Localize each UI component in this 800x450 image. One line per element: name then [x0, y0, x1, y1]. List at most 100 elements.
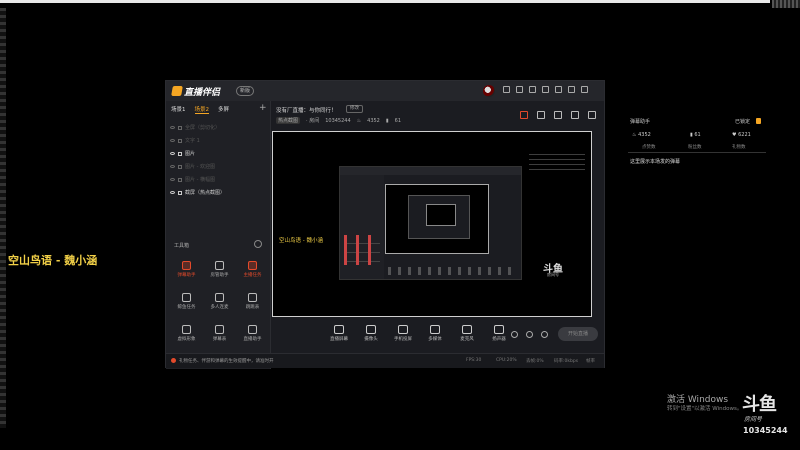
eye-icon[interactable] — [170, 191, 175, 194]
screen-icon[interactable] — [554, 111, 562, 119]
lock-icon[interactable] — [178, 125, 182, 130]
lock-icon[interactable] — [537, 111, 545, 119]
nested-window-1 — [339, 166, 522, 280]
tool-label: 弹幕助手 — [177, 273, 196, 278]
preview-watermark-sub: 房间号 — [547, 272, 559, 277]
tab-multi-screen[interactable]: 多屏 — [218, 105, 229, 114]
tab-scene-2[interactable]: 场景2 — [194, 105, 209, 114]
eye-icon[interactable] — [170, 126, 175, 129]
lock-icon[interactable] — [178, 190, 182, 195]
stream-title[interactable]: 没有厂直播：与你同行！ — [276, 106, 337, 114]
source-mic-button[interactable]: 麦克风 — [454, 325, 480, 342]
eye-icon[interactable] — [170, 165, 175, 168]
list-icon — [248, 293, 257, 302]
avatar[interactable] — [483, 85, 495, 97]
lock-icon[interactable] — [178, 151, 182, 156]
tool-jump-table[interactable]: 跳跳表 — [236, 293, 269, 319]
preview-overlay-title: 空山鸟语 - 魏小涵 — [279, 238, 323, 244]
barrage-header: 弹幕助手 — [630, 119, 651, 125]
layer-label: 图片 - 横幅图 — [185, 177, 215, 183]
layer-item[interactable]: 文字 1 — [170, 134, 268, 147]
edit-title-button[interactable]: 修改 — [346, 105, 363, 113]
share-icon[interactable] — [588, 111, 596, 119]
eye-icon[interactable] — [170, 139, 175, 142]
tool-label: 主播任务 — [243, 273, 262, 278]
nested-titlebar — [340, 167, 521, 175]
source-screen-button[interactable]: 直播屏幕 — [326, 325, 352, 342]
table-icon — [215, 325, 224, 334]
barrage-icon — [182, 261, 191, 270]
source-media-button[interactable]: 多媒体 — [422, 325, 448, 342]
layer-item[interactable]: 图片 - 欢迎图 — [170, 160, 268, 173]
tool-barrage-helper[interactable]: 弹幕助手 — [170, 261, 203, 287]
tool-multi-mic[interactable]: 多人连麦 — [203, 293, 236, 319]
chat-icon[interactable] — [529, 86, 536, 93]
category-chip[interactable]: 热点截图 — [276, 117, 301, 124]
tool-label: 多人连麦 — [210, 305, 229, 310]
stream-stats: 热点截图 · 房间 10345244 ♨ 4352 ▮ 61 — [276, 117, 401, 124]
layer-item[interactable]: 图片 - 横幅图 — [170, 173, 268, 186]
fans-icon: ▮ — [385, 117, 389, 124]
toolbox-title: 工具箱 — [174, 243, 190, 249]
room-id: 10345244 — [325, 117, 351, 124]
status-fps: FPS:30 — [466, 358, 482, 363]
layer-list: 全屏（剪切化） 文字 1 图片 图片 - 欢迎图 图片 - 横幅图 截屏（热点截… — [170, 121, 268, 199]
eye-icon[interactable] — [170, 178, 175, 181]
stat-label: 粉丝数 — [688, 145, 702, 150]
layer-item[interactable]: 图片 — [170, 147, 268, 160]
eye-icon[interactable] — [170, 152, 175, 155]
source-speaker-button[interactable]: 扬声器 — [486, 325, 512, 342]
layer-item[interactable]: 全屏（剪切化） — [170, 121, 268, 134]
tab-scene-1[interactable]: 场景1 — [171, 105, 186, 114]
barrage-tip: 这里展示本场发的弹幕 — [630, 159, 681, 165]
settings-icon[interactable] — [542, 86, 549, 93]
mic-group-icon — [215, 293, 224, 302]
source-camera-button[interactable]: 摄像头 — [358, 325, 384, 342]
source-label: 多媒体 — [428, 337, 442, 342]
mail-icon[interactable] — [503, 86, 510, 93]
close-icon[interactable] — [581, 86, 588, 93]
app-name: 直播伴侣 — [184, 87, 221, 98]
fans-value: 61 — [394, 117, 402, 124]
record-icon[interactable] — [511, 331, 518, 338]
gift-icon[interactable] — [516, 86, 523, 93]
status-framerate: 帧率 — [586, 359, 595, 364]
add-scene-icon[interactable]: + — [259, 103, 267, 113]
minimize-icon[interactable] — [555, 86, 562, 93]
tool-live-helper[interactable]: 直播助手 — [236, 325, 269, 351]
tool-virtual-avatar[interactable]: 虚拟形象 — [170, 325, 203, 351]
info-icon[interactable] — [526, 331, 533, 338]
start-live-button[interactable]: 开始直播 — [558, 327, 598, 341]
barrage-locked[interactable]: 已锁定 — [735, 118, 750, 125]
layer-item[interactable]: 截屏（热点截图） — [170, 186, 268, 199]
camera-icon — [366, 325, 376, 334]
status-message[interactable]: 礼物任务、伴游和弹幕的生效提醒中，请准时开 — [179, 358, 274, 364]
toolbox-settings-icon[interactable] — [254, 240, 262, 248]
play-icon — [430, 325, 440, 334]
stat-label: 礼物数 — [732, 145, 746, 150]
phone-icon — [398, 325, 408, 334]
layer-label: 截屏（热点截图） — [185, 190, 226, 196]
tool-whale-task[interactable]: 鲸鱼任务 — [170, 293, 203, 319]
tool-streamer-task[interactable]: 主播任务 — [236, 261, 269, 287]
title-icons — [503, 86, 588, 93]
lock-icon[interactable] — [756, 118, 761, 124]
tool-room-admin[interactable]: 房管助手 — [203, 261, 236, 287]
source-phone-button[interactable]: 手机投屏 — [390, 325, 416, 342]
maximize-icon[interactable] — [568, 86, 575, 93]
stream-preview[interactable]: 空山鸟语 - 魏小涵 斗鱼 房间号 — [272, 131, 592, 317]
task-red-icon[interactable] — [520, 111, 528, 119]
layer-label: 全屏（剪切化） — [185, 125, 221, 131]
tool-barrage-table[interactable]: 弹幕表 — [203, 325, 236, 351]
status-bar: 礼物任务、伴游和弹幕的生效提醒中，请准时开 FPS:30 CPU:20% 丢帧:… — [166, 353, 604, 368]
preview-right-text — [529, 154, 585, 174]
layout-icon[interactable] — [571, 111, 579, 119]
lock-icon[interactable] — [178, 138, 182, 143]
lock-icon[interactable] — [178, 164, 182, 169]
avatar-icon — [182, 325, 191, 334]
stat-value: 4352 — [638, 132, 651, 138]
barrage-panel: 弹幕助手 已锁定 ♨ 4352 ▮ 61 ♥ 6221 点赞数 粉丝数 礼物数 … — [628, 112, 766, 172]
version-badge[interactable]: 新版 — [236, 86, 255, 96]
lock-icon[interactable] — [178, 177, 182, 182]
gear-icon[interactable] — [541, 331, 548, 338]
